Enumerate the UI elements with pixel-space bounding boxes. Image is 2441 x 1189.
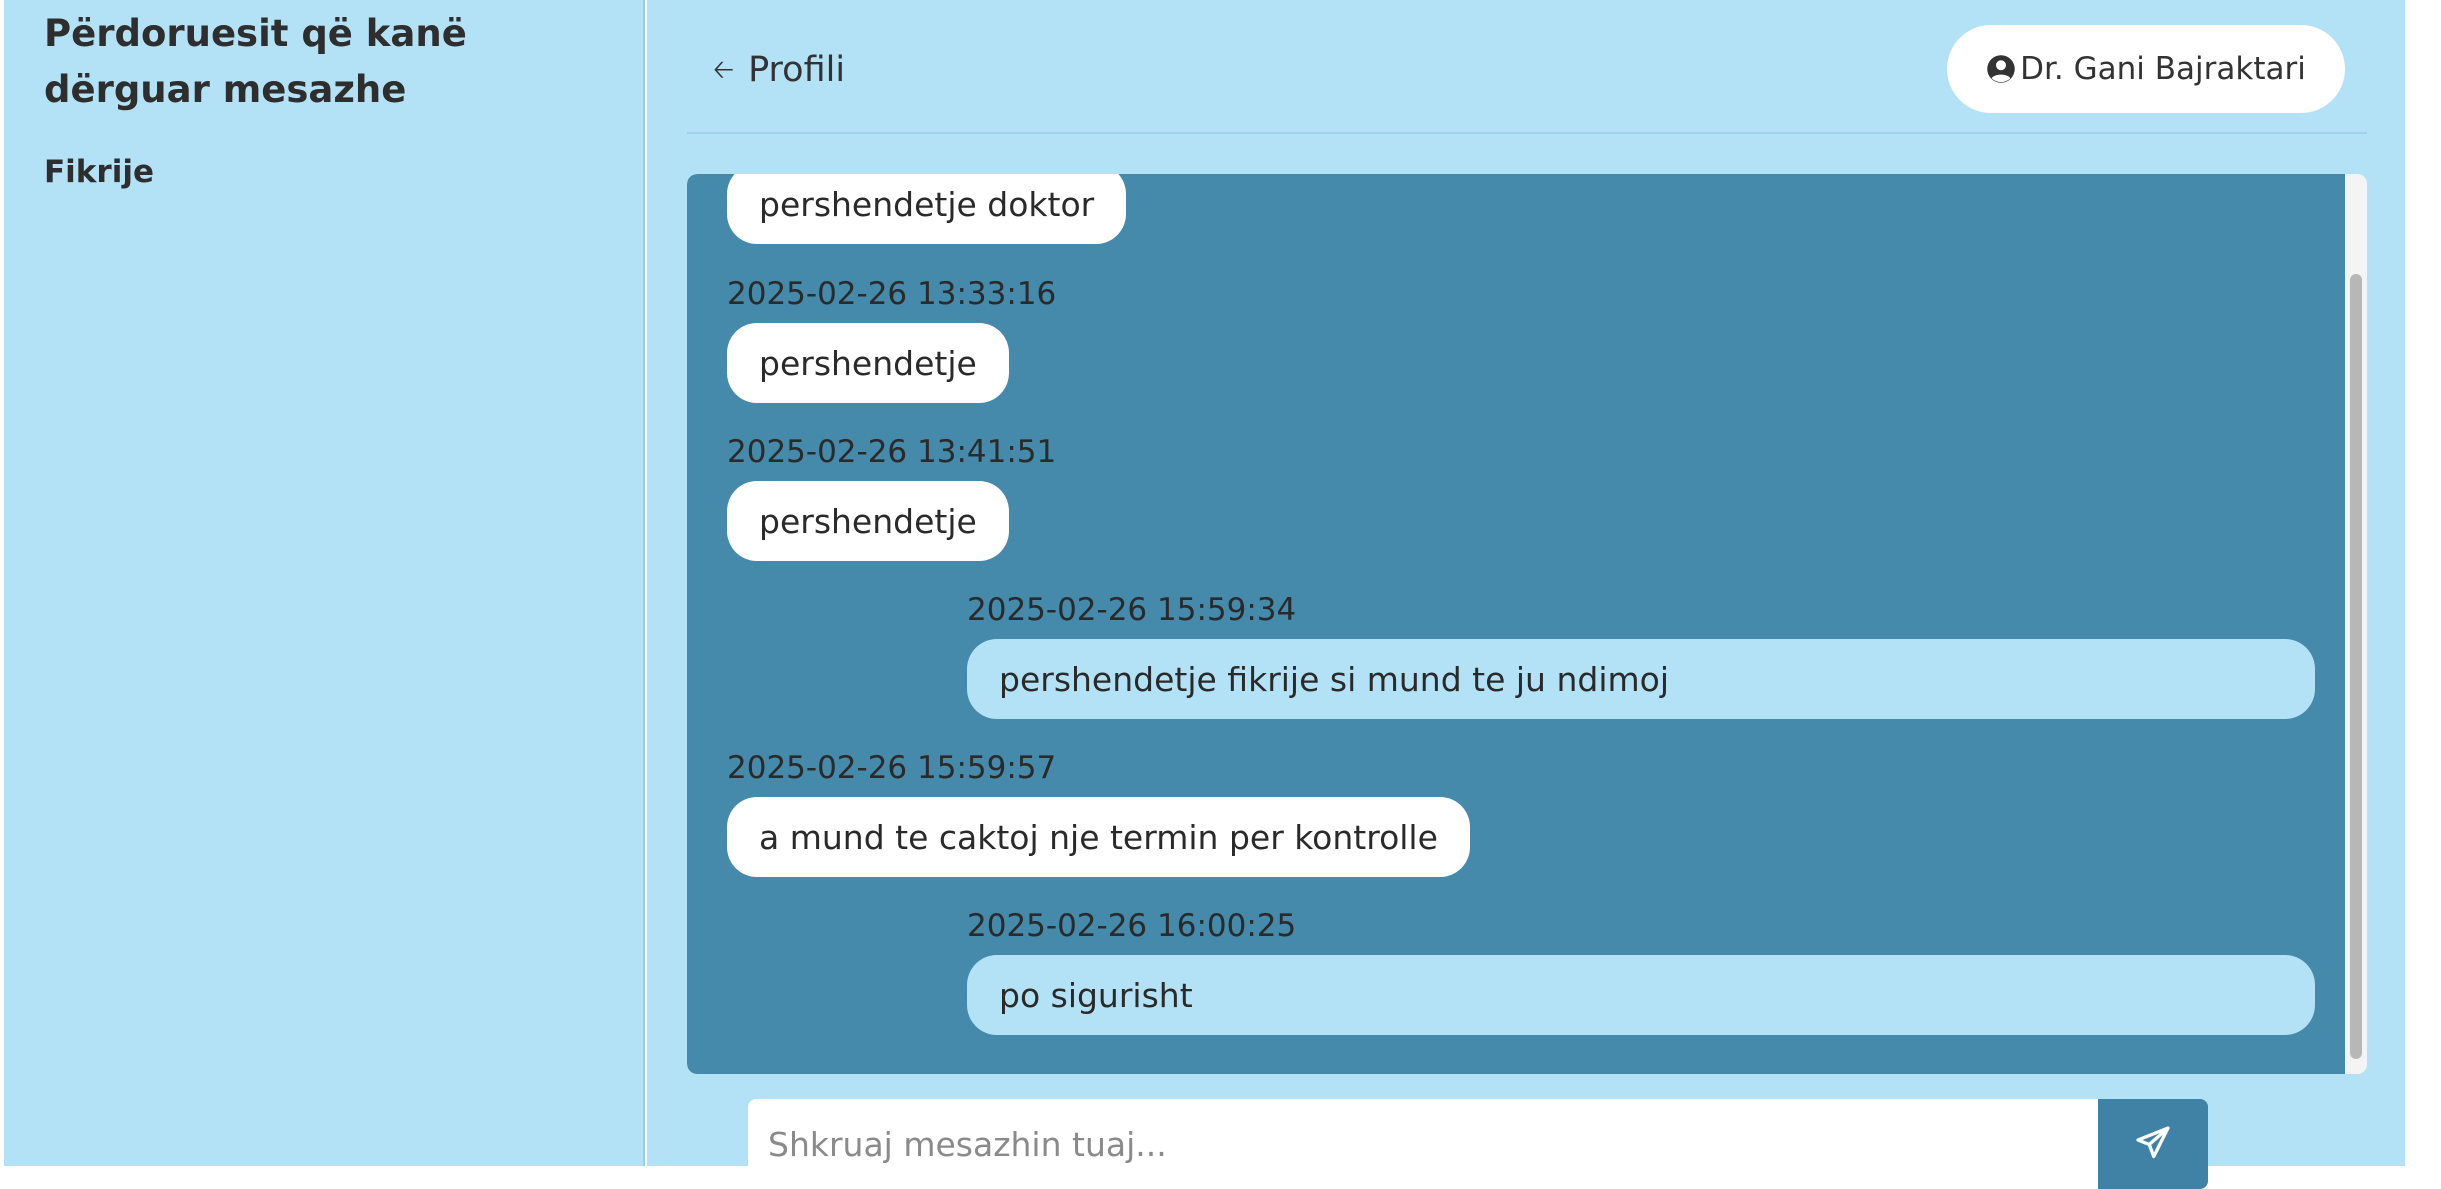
doctor-badge[interactable]: Dr. Gani Bajraktari (1947, 25, 2345, 113)
message-input[interactable] (748, 1099, 2098, 1189)
user-circle-icon (1987, 55, 2015, 83)
sidebar: Përdoruesit që kanë dërguar mesazhe Fikr… (4, 0, 645, 1166)
back-to-profile-link[interactable]: 🡠 Profili (713, 44, 845, 96)
message-timestamp: 2025-02-26 15:59:57 (727, 750, 1057, 786)
message-timestamp: 2025-02-26 16:00:25 (967, 908, 1297, 944)
page-margin (2405, 0, 2441, 1166)
doctor-name: Dr. Gani Bajraktari (2020, 51, 2306, 87)
sidebar-item-fikrije[interactable]: Fikrije (44, 154, 154, 190)
chat-scrollbar-thumb[interactable] (2350, 274, 2362, 1059)
message-timestamp: 2025-02-26 13:41:51 (727, 434, 1057, 470)
message-composer (748, 1099, 2208, 1189)
message-bubble-incoming: pershendetje (727, 323, 1009, 403)
header-divider (687, 132, 2367, 134)
message-bubble-incoming: pershendetje doktor (727, 174, 1127, 244)
chat-frame: pershendetje doktor 2025-02-26 13:33:16 … (687, 174, 2367, 1074)
send-button[interactable] (2098, 1099, 2208, 1189)
message-bubble-outgoing: po sigurisht (967, 955, 2315, 1035)
paper-plane-icon (2136, 1126, 2170, 1159)
message-bubble-incoming: a mund te caktoj nje termin per kontroll… (727, 797, 1470, 877)
message-bubble-outgoing: pershendetje fikrije si mund te ju ndimo… (967, 639, 2315, 719)
chat-scrollbar[interactable] (2345, 174, 2367, 1074)
back-link-label: Profili (748, 50, 846, 90)
message-bubble-incoming: pershendetje (727, 481, 1009, 561)
sidebar-title: Përdoruesit që kanë dërguar mesazhe (44, 12, 467, 111)
arrow-left-icon: 🡠 (713, 55, 735, 85)
chat-panel: 🡠 Profili Dr. Gani Bajraktari pershendet… (647, 0, 2405, 1189)
message-list[interactable]: pershendetje doktor 2025-02-26 13:33:16 … (687, 174, 2345, 1074)
chat-app: Përdoruesit që kanë dërguar mesazhe Fikr… (0, 0, 2441, 1189)
message-timestamp: 2025-02-26 15:59:34 (967, 592, 1297, 628)
message-timestamp: 2025-02-26 13:33:16 (727, 276, 1057, 312)
